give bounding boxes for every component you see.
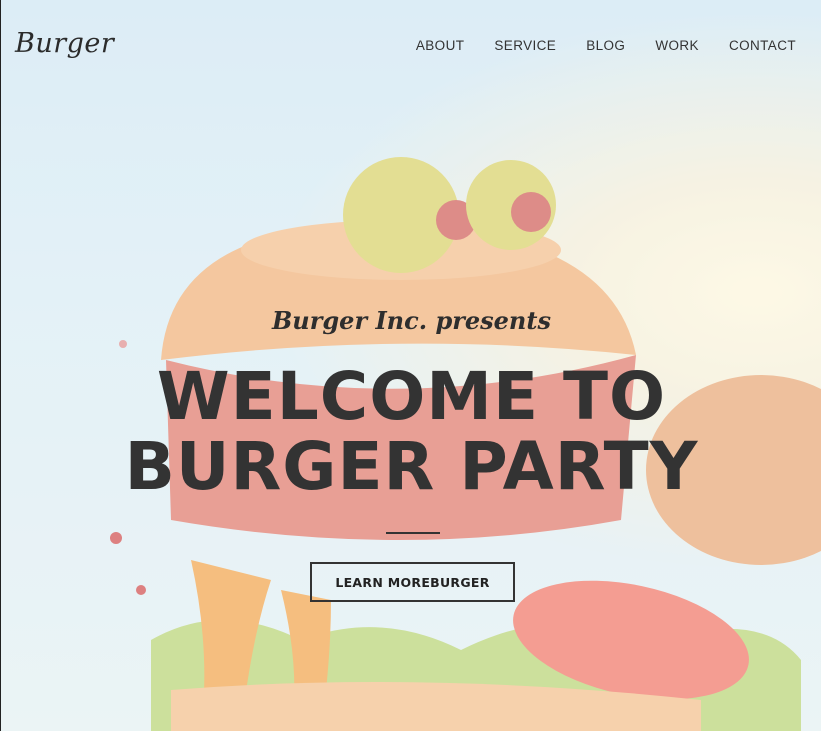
headline-line-1: WELCOME TO xyxy=(156,358,667,435)
nav-about[interactable]: ABOUT xyxy=(416,38,465,53)
nav-contact[interactable]: CONTACT xyxy=(729,38,796,53)
main-nav: ABOUT SERVICE BLOG WORK CONTACT xyxy=(386,38,796,53)
hero-headline: WELCOME TO BURGER PARTY xyxy=(1,362,821,502)
headline-line-2: BURGER PARTY xyxy=(124,428,699,505)
nav-service[interactable]: SERVICE xyxy=(494,38,556,53)
site-logo[interactable]: Burger xyxy=(15,28,114,59)
learn-more-button[interactable]: LEARN MOREBURGER xyxy=(310,562,515,602)
hero-section: Burger ABOUT SERVICE BLOG WORK CONTACT B… xyxy=(0,0,821,731)
hero-tagline: Burger Inc. presents xyxy=(272,306,551,335)
hero-divider xyxy=(386,532,440,534)
nav-blog[interactable]: BLOG xyxy=(586,38,625,53)
nav-work[interactable]: WORK xyxy=(655,38,699,53)
